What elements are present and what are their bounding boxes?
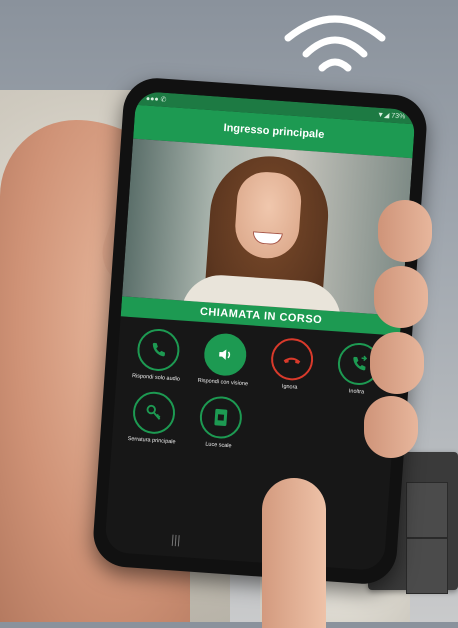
hangup-icon <box>269 336 315 382</box>
forward-label: Inoltra <box>348 388 365 396</box>
recent-apps-button[interactable]: ||| <box>171 532 181 547</box>
index-finger <box>262 478 326 628</box>
video-feed <box>122 138 413 316</box>
wall-switch-key-down <box>406 538 448 594</box>
main-lock-button[interactable]: Serratura principale <box>118 389 189 446</box>
ignore-label: Ignora <box>281 383 298 391</box>
android-nav-bar: ||| ○ <box>105 528 385 561</box>
call-controls: Rispondi solo audio Rispondi con visione… <box>112 316 400 460</box>
wifi-icon <box>284 15 386 72</box>
speaker-icon <box>202 332 248 378</box>
stair-light-label: Luce scale <box>205 441 232 449</box>
finger-3 <box>370 332 424 394</box>
phone-screen: ●●● ✆ ▼◢ 73% Ingresso principale CHIAMAT… <box>104 90 416 572</box>
ignore-button[interactable]: Ignora <box>256 336 327 393</box>
key-icon <box>131 389 176 435</box>
status-right: ▼◢ 73% <box>376 111 406 121</box>
answer-audio-label: Rispondi solo audio <box>131 373 181 383</box>
hand-fingers <box>364 200 440 460</box>
finger-2 <box>374 266 428 328</box>
finger-1 <box>378 200 432 262</box>
answer-video-label: Rispondi con visione <box>197 377 249 388</box>
finger-4 <box>364 396 418 458</box>
stair-light-button[interactable]: Luce scale <box>185 394 256 451</box>
answer-video-button[interactable]: Rispondi con visione <box>189 331 260 388</box>
light-switch-icon <box>197 394 243 440</box>
answer-audio-button[interactable]: Rispondi solo audio <box>122 327 193 384</box>
status-left: ●●● ✆ <box>145 95 167 104</box>
wall-switch-key-up <box>406 482 448 538</box>
phone-icon <box>135 327 181 373</box>
main-lock-label: Serratura principale <box>127 435 176 445</box>
